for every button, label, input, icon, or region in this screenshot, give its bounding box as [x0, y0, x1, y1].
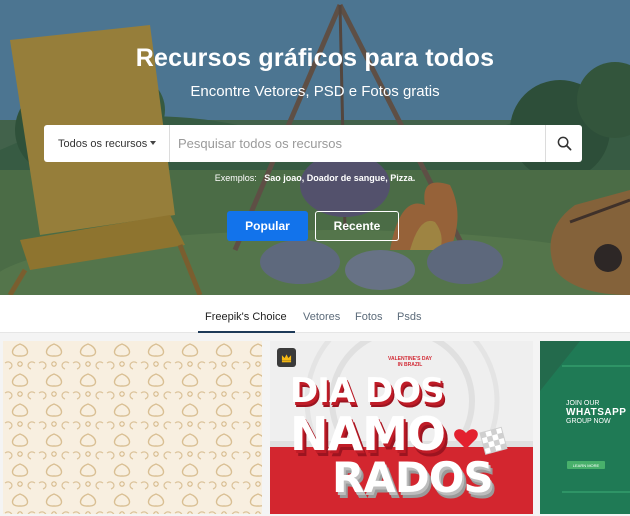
- tab-vetores[interactable]: Vetores: [303, 311, 340, 323]
- headline-line-3: RADOS: [332, 453, 494, 502]
- tab-fotos[interactable]: Fotos: [355, 311, 383, 323]
- recent-button[interactable]: Recente: [315, 211, 399, 241]
- whatsapp-caption: JOIN OUR WHATSAPP GROUP NOW: [566, 399, 630, 426]
- headline-line-1: DIA DOS: [290, 371, 445, 411]
- search-bar: Todos os recursos: [44, 125, 582, 162]
- search-input[interactable]: [170, 125, 545, 162]
- resource-card-pattern[interactable]: [3, 341, 262, 514]
- examples-label: Exemplos:: [214, 173, 257, 183]
- category-tabs: Freepik's Choice Vetores Fotos Psds: [0, 295, 630, 333]
- resource-grid: VALENTINE'S DAY IN BRAZIL DIA DOS NAMO R…: [0, 333, 630, 516]
- hero-banner: Recursos gráficos para todos Encontre Ve…: [0, 0, 630, 295]
- whatsapp-background: [540, 341, 630, 514]
- tab-freepiks-choice[interactable]: Freepik's Choice: [205, 311, 287, 323]
- page-title: Recursos gráficos para todos: [135, 44, 495, 72]
- page-subtitle: Encontre Vetores, PSD e Fotos gratis: [190, 83, 440, 100]
- search-examples: Exemplos: Sao joao, Doador de sangue, Pi…: [0, 173, 630, 183]
- search-button[interactable]: [545, 125, 582, 162]
- valentine-caption: VALENTINE'S DAY IN BRAZIL: [375, 356, 445, 368]
- learn-more-button: LEARN MORE: [567, 461, 605, 469]
- resource-card-whatsapp[interactable]: JOIN OUR WHATSAPP GROUP NOW LEARN MORE: [540, 341, 630, 514]
- resource-type-dropdown[interactable]: Todos os recursos: [44, 125, 170, 162]
- whatsapp-caption-line-2: WHATSAPP: [566, 407, 627, 418]
- valentine-caption-line-2: IN BRAZIL: [397, 362, 423, 368]
- damask-pattern-image: [3, 341, 262, 514]
- caret-down-icon: [150, 141, 156, 145]
- examples-list[interactable]: Sao joao, Doador de sangue, Pizza.: [264, 173, 415, 183]
- tab-psds[interactable]: Psds: [397, 311, 421, 323]
- popular-button[interactable]: Popular: [227, 211, 308, 241]
- crown-icon: [281, 353, 292, 362]
- premium-badge: [277, 348, 296, 367]
- resource-type-label: Todos os recursos: [58, 137, 148, 150]
- search-icon: [557, 136, 571, 151]
- whatsapp-caption-line-3: GROUP NOW: [566, 418, 611, 425]
- resource-card-dia-dos-namorados[interactable]: VALENTINE'S DAY IN BRAZIL DIA DOS NAMO R…: [270, 341, 533, 514]
